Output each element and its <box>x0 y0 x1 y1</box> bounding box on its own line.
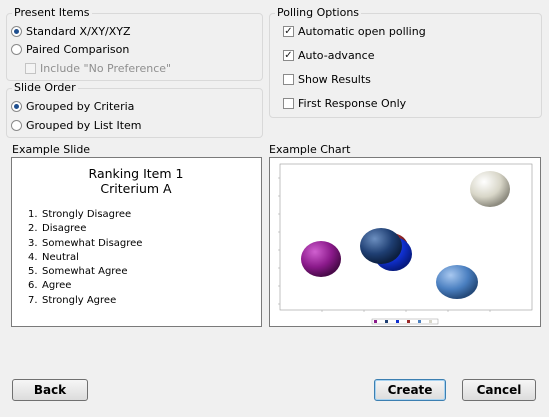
standard-xyz-label: Standard X/XY/XYZ <box>26 25 131 38</box>
checkbox-empty-icon <box>283 74 294 85</box>
standard-xyz-radio[interactable]: Standard X/XY/XYZ <box>11 25 131 38</box>
radio-unselected-icon <box>11 44 22 55</box>
radio-unselected-icon <box>11 120 22 131</box>
auto-advance-checkbox[interactable]: ✓ Auto-advance <box>283 49 374 62</box>
list-item: 4. Neutral <box>28 251 79 263</box>
automatic-open-polling-label: Automatic open polling <box>298 25 426 38</box>
slide-title-line1: Ranking Item 1 <box>88 166 184 181</box>
include-no-preference-checkbox[interactable]: Include "No Preference" <box>25 62 171 75</box>
example-bubble-chart <box>278 163 533 325</box>
list-item: 6. Agree <box>28 280 72 292</box>
back-button[interactable]: Back <box>12 379 88 401</box>
chart-bubble <box>470 171 510 207</box>
list-item: 3. Somewhat Disagree <box>28 237 143 249</box>
radio-selected-icon <box>11 101 22 112</box>
slide-item-list: 1. Strongly Disagree 2. Disagree 3. Somewha… <box>28 208 142 308</box>
example-chart-panel <box>269 157 541 327</box>
checkmark-icon: ✓ <box>283 26 294 37</box>
grouped-by-list-item-label: Grouped by List Item <box>26 119 142 132</box>
first-response-only-checkbox[interactable]: First Response Only <box>283 97 406 110</box>
paired-comparison-label: Paired Comparison <box>26 43 130 56</box>
show-results-checkbox[interactable]: Show Results <box>283 73 371 86</box>
cancel-button[interactable]: Cancel <box>462 379 536 401</box>
present-items-title: Present Items <box>12 6 92 19</box>
checkmark-icon: ✓ <box>283 50 294 61</box>
list-item: 5. Somewhat Agree <box>28 266 128 278</box>
chart-bubble <box>301 241 341 277</box>
create-button[interactable]: Create <box>374 379 446 401</box>
list-item: 7. Strongly Agree <box>28 294 117 306</box>
include-no-preference-label: Include "No Preference" <box>40 62 172 75</box>
example-slide-panel: Ranking Item 1 Criterium A 1. Strongly Di… <box>11 157 262 327</box>
radio-selected-icon <box>11 26 22 37</box>
checkbox-disabled-icon <box>25 63 36 74</box>
polling-options-title: Polling Options <box>275 6 362 19</box>
automatic-open-polling-checkbox[interactable]: ✓ Automatic open polling <box>283 25 426 38</box>
slide-title-line2: Criterium A <box>100 181 172 196</box>
checkbox-empty-icon <box>283 98 294 109</box>
example-chart-label: Example Chart <box>269 143 351 156</box>
chart-bubble <box>436 265 478 299</box>
auto-advance-label: Auto-advance <box>298 49 375 62</box>
grouped-by-criteria-radio[interactable]: Grouped by Criteria <box>11 100 134 113</box>
chart-legend <box>371 318 439 325</box>
paired-comparison-radio[interactable]: Paired Comparison <box>11 43 129 56</box>
list-item: 2. Disagree <box>28 223 87 235</box>
slide-order-title: Slide Order <box>12 81 78 94</box>
chart-bubble <box>360 228 402 264</box>
grouped-by-criteria-label: Grouped by Criteria <box>26 100 135 113</box>
show-results-label: Show Results <box>298 73 371 86</box>
grouped-by-list-item-radio[interactable]: Grouped by List Item <box>11 119 142 132</box>
list-item: 1. Strongly Disagree <box>28 209 132 220</box>
example-slide-label: Example Slide <box>12 143 91 156</box>
first-response-only-label: First Response Only <box>298 97 407 110</box>
